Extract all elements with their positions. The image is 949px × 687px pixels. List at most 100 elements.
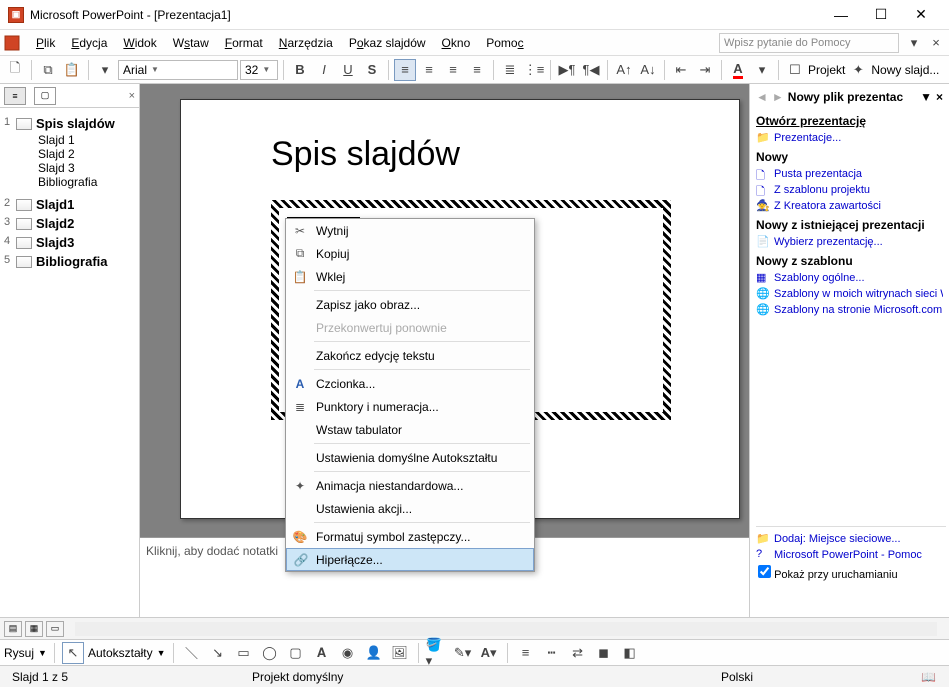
sorter-view-icon[interactable]: ▦	[25, 621, 43, 637]
rect-icon[interactable]: ▭	[233, 642, 255, 664]
line-color-icon[interactable]: ✎▾	[452, 642, 474, 664]
tp-link-tpl-ms[interactable]: 🌐Szablony na stronie Microsoft.com	[756, 302, 943, 318]
outline-item[interactable]: Bibliografia	[4, 175, 135, 189]
new-slide-button[interactable]: Nowy slajd...	[871, 63, 939, 77]
ltr-icon[interactable]: ▶¶	[556, 59, 578, 81]
cm-action[interactable]: Ustawienia akcji...	[286, 497, 534, 520]
tp-link-wizard[interactable]: 🧙Z Kreatora zawartości	[756, 198, 943, 214]
tp-link-addnet[interactable]: 📁Dodaj: Miejsce sieciowe...	[756, 531, 946, 547]
line-icon[interactable]: ＼	[181, 642, 203, 664]
increase-font-icon[interactable]: A↑	[613, 59, 635, 81]
new-icon[interactable]: 🗋	[4, 59, 26, 81]
tp-link-choose[interactable]: 📄Wybierz prezentację...	[756, 234, 943, 250]
help-search-input[interactable]: Wpisz pytanie do Pomocy	[719, 33, 899, 53]
font-color-icon[interactable]: A	[727, 59, 749, 81]
clipart-icon[interactable]: 👤	[363, 642, 385, 664]
design-icon[interactable]: ☐	[784, 59, 806, 81]
cm-tab[interactable]: Wstaw tabulator	[286, 418, 534, 441]
normal-view-icon[interactable]: ▤	[4, 621, 22, 637]
bold-icon[interactable]: B	[289, 59, 311, 81]
line-style-icon[interactable]: ≡	[515, 642, 537, 664]
new-slide-icon[interactable]: ✦	[847, 59, 869, 81]
cm-paste[interactable]: 📋Wklej	[286, 265, 534, 288]
maximize-button[interactable]: ☐	[861, 1, 901, 29]
help-dropdown[interactable]: ▾	[903, 32, 925, 54]
menu-widok[interactable]: Widok	[115, 33, 164, 53]
decrease-font-icon[interactable]: A↓	[637, 59, 659, 81]
cm-hyperlink[interactable]: 🔗Hiperłącze...	[286, 548, 534, 571]
slides-tab[interactable]: ▢	[34, 87, 56, 105]
oval-icon[interactable]: ◯	[259, 642, 281, 664]
tp-link-tpl-general[interactable]: ▦Szablony ogólne...	[756, 270, 943, 286]
font-name-select[interactable]: Arial▼	[118, 60, 238, 80]
arrow-style-icon[interactable]: ⇄	[567, 642, 589, 664]
dash-style-icon[interactable]: ┅	[541, 642, 563, 664]
tp-link-blank[interactable]: 🗋Pusta prezentacja	[756, 166, 943, 182]
pane-close-icon[interactable]: ×	[129, 90, 135, 102]
tp-link-template[interactable]: 🗋Z szablonu projektu	[756, 182, 943, 198]
numbered-list-icon[interactable]: ≣	[499, 59, 521, 81]
slideshow-view-icon[interactable]: ▭	[46, 621, 64, 637]
wordart-icon[interactable]: 𝐀	[311, 642, 333, 664]
align-center-icon[interactable]: ≡	[418, 59, 440, 81]
shadow-style-icon[interactable]: ◼	[593, 642, 615, 664]
rtl-icon[interactable]: ¶◀	[580, 59, 602, 81]
tp-link-tpl-web[interactable]: 🌐Szablony w moich witrynach sieci Web	[756, 286, 943, 302]
tp-link-pphelp[interactable]: ?Microsoft PowerPoint - Pomoc	[756, 547, 946, 563]
diagram-icon[interactable]: ◉	[337, 642, 359, 664]
taskpane-close-icon[interactable]: ×	[936, 90, 943, 104]
slide-title[interactable]: Spis slajdów	[271, 135, 460, 174]
fill-icon[interactable]: 🪣▾	[426, 642, 448, 664]
cm-animation[interactable]: ✦Animacja niestandardowa...	[286, 474, 534, 497]
cm-autoshape[interactable]: Ustawienia domyślne Autokształtu	[286, 446, 534, 469]
copy-icon[interactable]: ⧉	[37, 59, 59, 81]
underline-icon[interactable]: U	[337, 59, 359, 81]
outline-item[interactable]: Slajd 3	[4, 161, 135, 175]
align-justify-icon[interactable]: ≡	[466, 59, 488, 81]
cm-format-placeholder[interactable]: 🎨Formatuj symbol zastępczy...	[286, 525, 534, 548]
italic-icon[interactable]: I	[313, 59, 335, 81]
minimize-button[interactable]: —	[821, 1, 861, 29]
autoshapes-menu[interactable]: Autokształty	[88, 646, 153, 660]
cm-cut[interactable]: ✂Wytnij	[286, 219, 534, 242]
menu-wstaw[interactable]: Wstaw	[165, 33, 217, 53]
shadow-icon[interactable]: S	[361, 59, 383, 81]
outline-tab[interactable]: ≡	[4, 87, 26, 105]
picture-icon[interactable]: 🖼	[389, 642, 411, 664]
design-button[interactable]: Projekt	[808, 63, 845, 77]
menu-format[interactable]: Format	[217, 33, 271, 53]
cm-bullets[interactable]: ≣Punktory i numeracja...	[286, 395, 534, 418]
menu-pomoc[interactable]: Pomoc	[478, 33, 531, 53]
cm-copy[interactable]: ⧉Kopiuj	[286, 242, 534, 265]
3d-style-icon[interactable]: ◧	[619, 642, 641, 664]
outline-slide-4[interactable]: Slajd3	[36, 235, 74, 250]
outline-slide-1-title[interactable]: Spis slajdów	[36, 116, 115, 131]
paste-icon[interactable]: 📋	[61, 59, 83, 81]
font-color-drop[interactable]: ▾	[751, 59, 773, 81]
outline-slide-2[interactable]: Slajd1	[36, 197, 74, 212]
draw-menu[interactable]: Rysuj	[4, 646, 34, 660]
bullet-list-icon[interactable]: ⋮≡	[523, 59, 545, 81]
align-right-icon[interactable]: ≡	[442, 59, 464, 81]
indent-icon[interactable]: ⇥	[694, 59, 716, 81]
app-menu-icon[interactable]	[2, 33, 22, 53]
arrow-icon[interactable]: ↘	[207, 642, 229, 664]
font-size-select[interactable]: 32▼	[240, 60, 278, 80]
outline-slide-3[interactable]: Slajd2	[36, 216, 74, 231]
outdent-icon[interactable]: ⇤	[670, 59, 692, 81]
close-button[interactable]: ✕	[901, 1, 941, 29]
textbox-icon[interactable]: ▢	[285, 642, 307, 664]
nav-fwd-icon[interactable]: ►	[772, 90, 784, 104]
pointer-icon[interactable]: ↖	[62, 642, 84, 664]
menu-pokaz[interactable]: Pokaz slajdów	[341, 33, 434, 53]
toolbar-overflow[interactable]: ▾	[94, 59, 116, 81]
align-left-icon[interactable]: ≡	[394, 59, 416, 81]
outline-item[interactable]: Slajd 2	[4, 147, 135, 161]
menu-narzedzia[interactable]: Narzędzia	[271, 33, 341, 53]
nav-back-icon[interactable]: ◄	[756, 90, 768, 104]
cm-end-edit[interactable]: Zakończ edycję tekstu	[286, 344, 534, 367]
show-startup-checkbox[interactable]	[758, 565, 771, 578]
menu-plik[interactable]: Plik	[28, 33, 63, 53]
outline-item[interactable]: Slajd 1	[4, 133, 135, 147]
text-color-icon[interactable]: A▾	[478, 642, 500, 664]
